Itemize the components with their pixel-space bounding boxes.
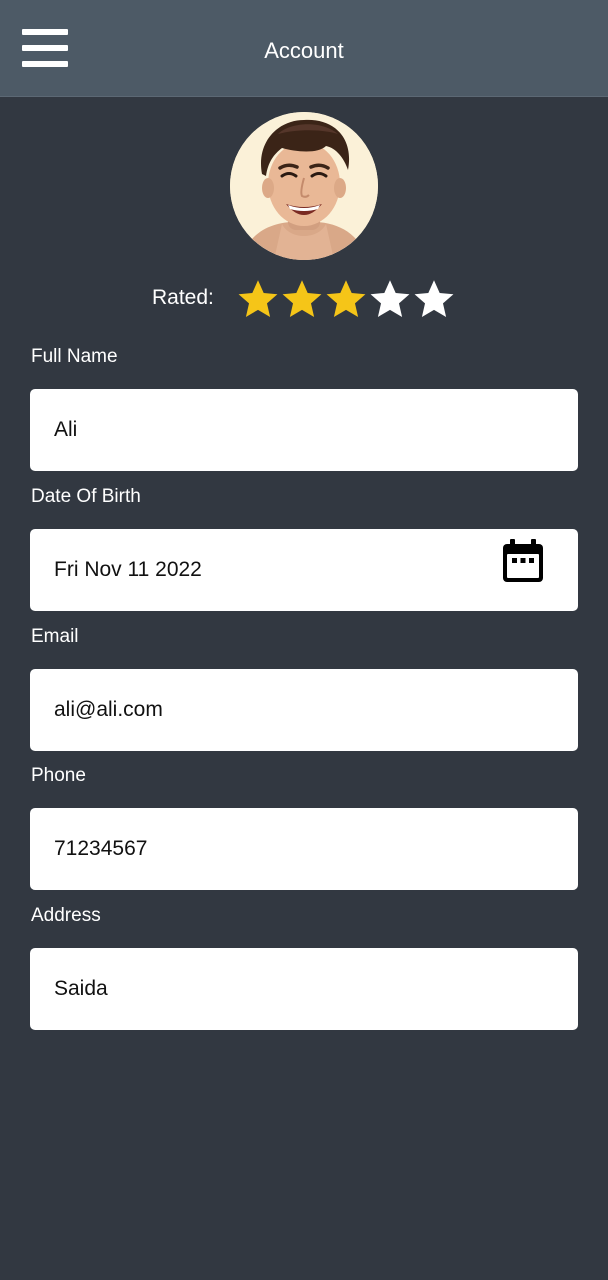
email-label: Email bbox=[31, 626, 79, 647]
calendar-icon[interactable] bbox=[502, 539, 544, 583]
address-input[interactable] bbox=[54, 948, 494, 1030]
phone-label: Phone bbox=[31, 765, 86, 786]
account-screen: Account Rated: Full Name Ali Date Of Bir… bbox=[0, 0, 608, 1280]
phone-input[interactable] bbox=[54, 808, 494, 890]
email-field-container bbox=[30, 669, 578, 751]
date-of-birth-field-container bbox=[30, 529, 578, 611]
page-title: Account bbox=[264, 38, 344, 63]
phone-field-container bbox=[30, 808, 578, 890]
full-name-label: Full Name bbox=[31, 346, 118, 367]
star-icon bbox=[370, 280, 410, 317]
user-avatar-photo bbox=[230, 112, 378, 260]
full-name-field-container bbox=[30, 389, 578, 471]
rating-label: Rated: bbox=[152, 286, 214, 309]
address-label: Address bbox=[31, 905, 101, 926]
star-icon bbox=[326, 280, 366, 317]
app-header: Account bbox=[0, 0, 608, 97]
date-of-birth-input[interactable] bbox=[54, 529, 494, 611]
full-name-input[interactable] bbox=[54, 389, 494, 471]
star-icon bbox=[282, 280, 322, 317]
date-of-birth-label: Date Of Birth bbox=[31, 486, 141, 507]
star-icon bbox=[414, 280, 454, 317]
star-icon bbox=[238, 280, 278, 317]
address-field-container bbox=[30, 948, 578, 1030]
email-input[interactable] bbox=[54, 669, 494, 751]
